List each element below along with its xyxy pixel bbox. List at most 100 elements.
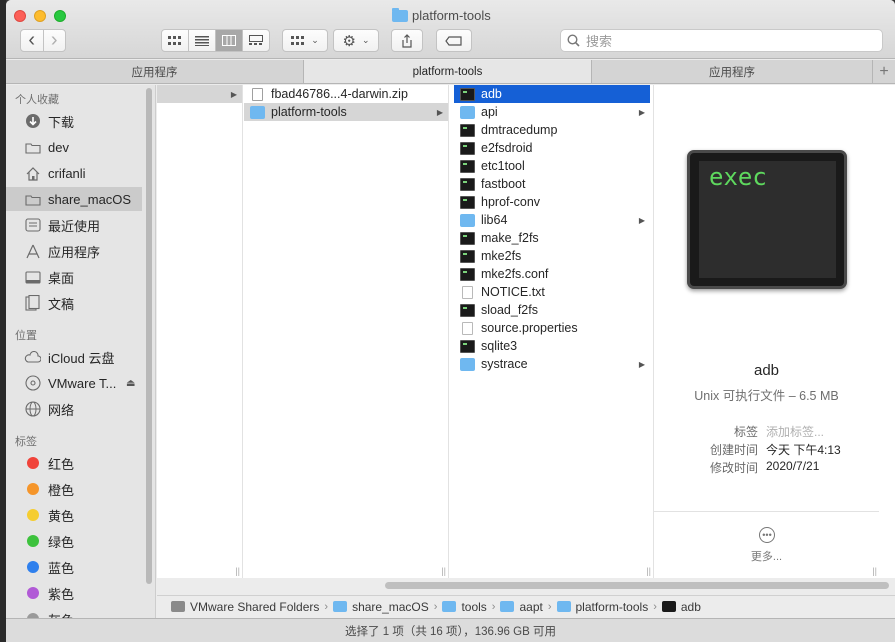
path-item[interactable]: aapt [519,600,542,614]
view-mode-group [161,29,270,52]
file-name: mke2fs.conf [481,267,549,281]
close-button[interactable] [14,10,26,22]
sidebar-tag-purple[interactable]: 紫色 [6,581,142,605]
more-button[interactable]: 更多... [654,548,879,564]
zoom-button[interactable] [54,10,66,22]
sidebar-scrollbar[interactable] [146,88,152,584]
sidebar-item-label: 下载 [48,114,75,130]
tag-color-dot [24,507,41,524]
sidebar-item-desktop[interactable]: 桌面 [6,265,142,289]
sidebar-item-applications[interactable]: 应用程序 [6,239,142,263]
sidebar-item-icloud[interactable]: iCloud 云盘 [6,345,142,369]
sidebar-item-documents[interactable]: 文稿 [6,291,142,315]
list-item[interactable]: platform-tools ▶ [244,103,448,121]
path-item[interactable]: VMware Shared Folders [190,600,319,614]
list-item[interactable]: NOTICE.txt [454,283,650,301]
more-icon[interactable]: ••• [759,527,775,543]
tag-color-dot [24,585,41,602]
minimize-button[interactable] [34,10,46,22]
gear-icon: ⚙ [342,32,356,50]
list-item[interactable]: hprof-conv [454,193,650,211]
list-item[interactable]: systrace ▶ [454,355,650,373]
list-item[interactable]: mke2fs.conf [454,265,650,283]
file-name: sload_f2fs [481,303,538,317]
drive-icon [171,601,185,612]
tag-color-dot [24,533,41,550]
list-view-button[interactable] [188,30,215,51]
list-item[interactable]: dmtracedump [454,121,650,139]
column-resize-handle[interactable]: || [646,566,651,576]
list-item[interactable]: fastboot [454,175,650,193]
sidebar-item-dev[interactable]: dev [6,135,142,159]
list-item[interactable]: make_f2fs [454,229,650,247]
column-resize-handle[interactable]: || [441,566,446,576]
tab-platform-tools[interactable]: platform-tools [304,60,592,83]
sidebar-tag-green[interactable]: 绿色 [6,529,142,553]
group-button[interactable]: ⌄ [282,29,328,52]
zip-icon [252,87,263,101]
sidebar-item-label: dev [48,139,69,155]
column-resize-handle[interactable]: || [235,566,240,576]
tab-applications-2[interactable]: 应用程序 [592,60,873,83]
search-field[interactable]: 搜索 [560,29,883,52]
exec-icon [460,87,475,101]
exec-icon [460,339,475,353]
tag-color-dot [24,455,41,472]
sidebar-tag-red[interactable]: 红色 [6,451,142,475]
new-tab-button[interactable]: + [873,60,895,83]
list-item[interactable]: sqlite3 [454,337,650,355]
action-button[interactable]: ⚙ ⌄ [333,29,379,52]
sidebar-tag-blue[interactable]: 蓝色 [6,555,142,579]
path-item[interactable]: adb [681,600,701,614]
disclosure-arrow-icon: ▶ [436,107,443,117]
forward-button[interactable]: › [42,29,66,51]
eject-icon[interactable]: ⏏ [126,378,135,389]
list-item[interactable]: ▶ [157,85,242,103]
list-item[interactable]: etc1tool [454,157,650,175]
back-button[interactable]: ‹ [21,29,43,51]
tag-color-dot [24,559,41,576]
list-item[interactable]: adb [454,85,650,103]
sidebar-item-recents[interactable]: 最近使用 [6,213,142,237]
share-button[interactable] [391,29,423,52]
list-item[interactable]: e2fsdroid [454,139,650,157]
column-browser: ▶ || fbad46786...4-darwin.zip platform-t… [157,85,895,578]
sidebar-tag-orange[interactable]: 橙色 [6,477,142,501]
gallery-view-icon [249,35,263,45]
desktop-icon [24,269,41,286]
column-2: fbad46786...4-darwin.zip platform-tools … [244,85,449,578]
sidebar-item-share-macos[interactable]: share_macOS [6,187,142,211]
exec-icon [460,195,475,209]
column-view-button[interactable] [215,30,242,51]
list-item[interactable]: sload_f2fs [454,301,650,319]
sidebar-item-downloads[interactable]: 下载 [6,109,142,133]
list-item[interactable]: lib64 ▶ [454,211,650,229]
path-item[interactable]: share_macOS [352,600,429,614]
disc-icon [24,375,41,392]
list-item[interactable]: source.properties [454,319,650,337]
chevron-down-icon: ⌄ [311,35,319,45]
tab-applications-1[interactable]: 应用程序 [6,60,304,83]
status-text: 选择了 1 项（共 16 项），136.96 GB 可用 [345,625,556,638]
path-item[interactable]: tools [461,600,486,614]
exec-icon-label: exec [709,163,767,191]
sidebar-item-home[interactable]: crifanli [6,161,142,185]
tags-button[interactable] [436,29,472,52]
sidebar-item-network[interactable]: 网络 [6,397,142,421]
gallery-view-button[interactable] [242,30,269,51]
list-item[interactable]: fbad46786...4-darwin.zip [244,85,448,103]
sidebar-tag-yellow[interactable]: 黄色 [6,503,142,527]
horizontal-scrollbar[interactable] [385,582,889,589]
sidebar-item-label: 应用程序 [48,244,101,260]
sidebar-tag-gray[interactable]: 灰色 [6,607,142,618]
list-item[interactable]: api ▶ [454,103,650,121]
preview-tags-input[interactable]: 添加标签... [766,423,824,440]
sidebar-item-label: 黄色 [48,508,75,524]
sidebar-item-vmware-tools[interactable]: VMware T... ⏏ [6,371,142,395]
list-item[interactable]: mke2fs [454,247,650,265]
sidebar-item-label: 最近使用 [48,218,101,234]
path-item[interactable]: platform-tools [576,600,649,614]
icon-view-button[interactable] [162,30,188,51]
tab-label: 应用程序 [131,66,178,79]
column-resize-handle[interactable]: || [872,566,877,576]
